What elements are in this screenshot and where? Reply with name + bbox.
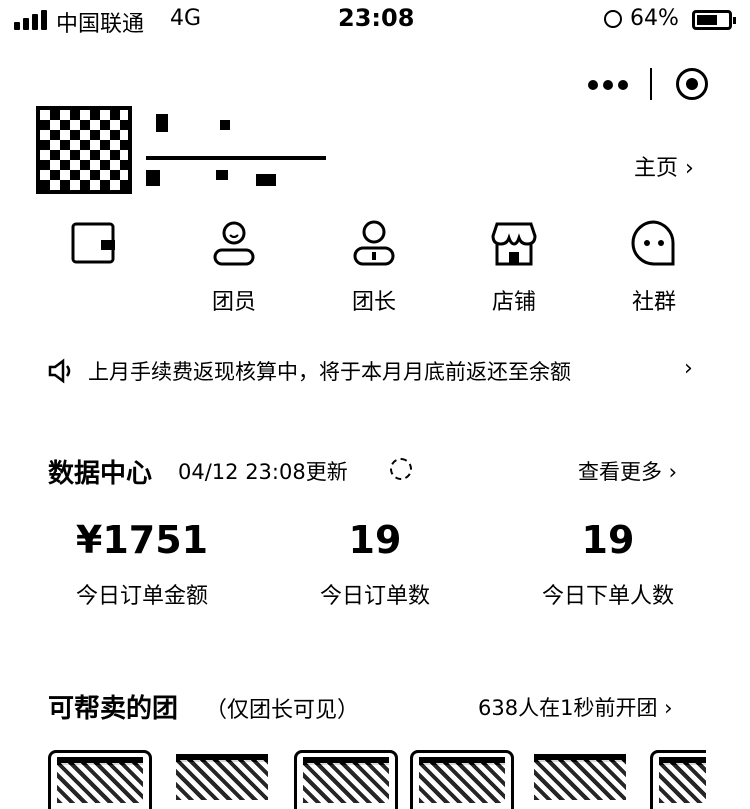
avatar[interactable]: [36, 106, 132, 194]
nav-item-members[interactable]: 团员: [184, 218, 284, 316]
group-thumbnail[interactable]: [48, 750, 152, 809]
section-title: 数据中心: [48, 459, 153, 489]
nav-item-leaders[interactable]: 团长: [324, 218, 424, 316]
stat-order-amount[interactable]: ¥1751 今日订单金额: [22, 518, 262, 610]
nav-label: 团长: [351, 290, 396, 315]
wallet-icon: [71, 222, 115, 264]
group-thumbnail[interactable]: [170, 750, 274, 809]
battery-icon: [692, 10, 736, 30]
notice-bar[interactable]: 上月手续费返现核算中，将于本月月底前返还至余额 ›: [48, 356, 708, 386]
group-thumbnail[interactable]: [528, 750, 632, 809]
nav-item-community[interactable]: 社群: [604, 218, 704, 316]
stat-label: 今日订单金额: [75, 584, 208, 609]
stat-label: 今日下单人数: [541, 584, 674, 609]
nav-label: 社群: [631, 290, 676, 315]
nav-label: 店铺: [491, 290, 536, 315]
home-link[interactable]: 主页 ›: [634, 150, 694, 182]
group-thumbnail[interactable]: [650, 750, 706, 809]
speaker-icon: [48, 358, 71, 384]
nav-item-shop[interactable]: 店铺: [464, 218, 564, 316]
rotation-lock-icon: [604, 10, 622, 28]
capsule-divider: [650, 68, 652, 100]
recent-groups-link[interactable]: 638人在1秒前开团 ›: [478, 692, 673, 722]
status-bar: 中国联通 4G 23:08 64%: [0, 0, 750, 42]
group-thumbnails: [46, 750, 706, 809]
nav-label: 团员: [211, 290, 256, 315]
clock: 23:08: [338, 4, 415, 32]
update-time: 04/12 23:08更新: [178, 460, 348, 484]
chevron-right-icon: ›: [684, 356, 693, 381]
group-thumbnail[interactable]: [410, 750, 514, 809]
view-more-link[interactable]: 查看更多 ›: [578, 456, 677, 486]
more-icon[interactable]: [588, 80, 628, 90]
leader-icon: [353, 220, 395, 266]
stat-value: 19: [581, 518, 635, 562]
section-note: （仅团长可见）: [205, 698, 360, 723]
stat-value: 19: [348, 518, 402, 562]
nav-item-wallet[interactable]: [44, 218, 144, 284]
member-icon: [213, 221, 255, 266]
section-title: 可帮卖的团: [48, 694, 179, 724]
stat-value: ¥1751: [75, 518, 209, 562]
community-icon: [631, 220, 675, 266]
shop-icon: [491, 222, 537, 266]
stat-order-count[interactable]: 19 今日订单数: [255, 518, 495, 610]
close-miniprogram-icon[interactable]: [676, 68, 708, 100]
refresh-icon[interactable]: [390, 458, 412, 480]
stat-buyer-count[interactable]: 19 今日下单人数: [488, 518, 728, 610]
network-type: 4G: [170, 6, 202, 31]
signal-icon: [14, 10, 48, 30]
battery-percent: 64%: [630, 6, 679, 31]
notice-text: 上月手续费返现核算中，将于本月月底前返还至余额: [88, 360, 571, 384]
group-thumbnail[interactable]: [294, 750, 398, 809]
carrier-name: 中国联通: [56, 12, 145, 37]
stat-label: 今日订单数: [319, 584, 430, 609]
user-name: [146, 114, 326, 186]
